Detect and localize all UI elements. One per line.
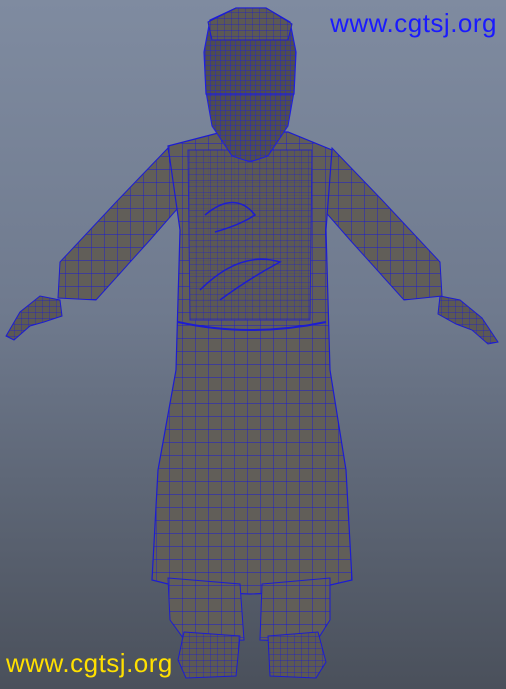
right-sleeve: [321, 146, 443, 301]
right-shoe: [267, 631, 327, 679]
right-hand: [437, 295, 499, 345]
wireframe-character-model: [5, 7, 499, 679]
3d-viewport[interactable]: www.cgtsj.org www.cgtsj.org: [0, 0, 506, 689]
watermark-top: www.cgtsj.org: [330, 8, 497, 38]
watermark-bottom: www.cgtsj.org: [6, 648, 173, 678]
cap: [207, 7, 293, 41]
apron: [187, 149, 313, 321]
left-hand: [5, 295, 63, 341]
left-sleeve: [57, 146, 179, 301]
left-shoe: [177, 631, 241, 679]
